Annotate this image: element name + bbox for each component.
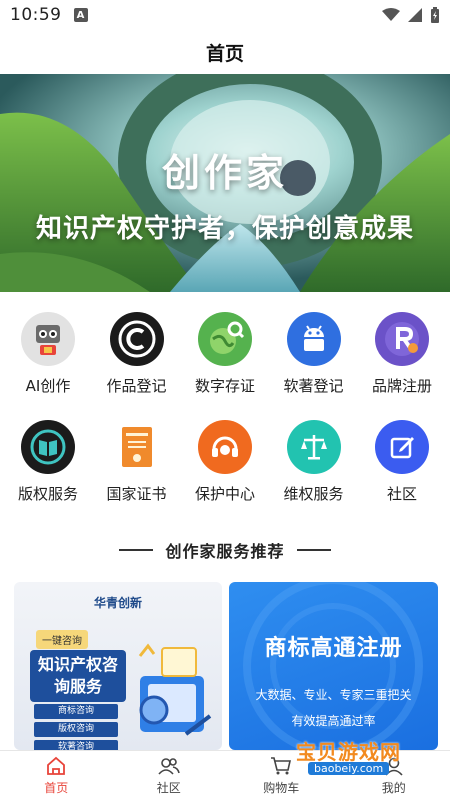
robot-icon <box>21 312 75 366</box>
feature-digital-evidence[interactable]: 数字存证 <box>181 312 269 420</box>
wifi-icon <box>382 8 400 21</box>
book-icon <box>21 420 75 474</box>
section-header: 创作家服务推荐 <box>0 538 450 562</box>
feature-ai-create[interactable]: AI创作 <box>4 312 92 420</box>
status-time: 10:59 <box>10 5 62 25</box>
feature-label: 社区 <box>386 485 417 503</box>
card-title: 商标高通注册 <box>264 636 403 661</box>
divider-line <box>296 549 331 551</box>
feature-protection-center[interactable]: 保护中心 <box>181 420 269 528</box>
tab-label: 我的 <box>381 780 406 795</box>
feature-work-registration[interactable]: 作品登记 <box>93 312 181 420</box>
hero-banner[interactable]: 创作家 知识产权守护者，保护创意成果 <box>0 74 450 292</box>
card-illustration <box>138 643 212 736</box>
tab-community[interactable]: 社区 <box>113 751 226 800</box>
card-pill: 软著咨询 <box>34 740 118 750</box>
watermark-text: 宝贝游戏网 <box>296 740 401 764</box>
feature-copyright-service[interactable]: 版权服务 <box>4 420 92 528</box>
signal-icon <box>408 8 422 22</box>
feature-label: 版权服务 <box>17 485 78 503</box>
edit-icon <box>375 420 429 474</box>
card-pill: 商标咨询 <box>34 704 118 719</box>
registered-r-icon <box>375 312 429 366</box>
accessibility-a-icon: A <box>73 8 88 22</box>
scales-icon <box>286 420 341 474</box>
service-card-trademark[interactable]: 商标高通注册 大数据、专业、专家三重把关 有效提高通过率 <box>229 582 438 750</box>
tab-label: 购物车 <box>263 780 300 795</box>
page-header: 首页 <box>0 30 450 74</box>
feature-label: AI创作 <box>25 377 71 395</box>
feature-label: 品牌注册 <box>371 377 432 395</box>
feature-label: 保护中心 <box>194 485 255 503</box>
watermark-url: baobeiy.com <box>308 762 390 775</box>
feature-row: AI创作 作品登记 数字存证 软著登记 品牌注册 <box>0 312 450 420</box>
feature-national-certificate[interactable]: 国家证书 <box>93 420 181 528</box>
feature-label: 软著登记 <box>283 377 344 395</box>
globe-search-icon <box>198 312 252 366</box>
tab-home[interactable]: 首页 <box>0 751 113 800</box>
divider-line <box>119 549 154 551</box>
card-heading: 知识产权咨询服务 <box>30 650 126 702</box>
tab-label: 社区 <box>156 780 181 795</box>
feature-label: 维权服务 <box>283 485 344 503</box>
feature-software-copyright[interactable]: 软著登记 <box>270 312 358 420</box>
headset-icon <box>198 420 252 474</box>
card-subtitle: 大数据、专业、专家三重把关 <box>255 688 412 702</box>
tab-label: 首页 <box>44 780 69 795</box>
status-bar: 10:59 A <box>0 0 450 30</box>
card-brand: 华青创新 <box>93 596 142 610</box>
banner-title: 创作家 <box>161 151 288 195</box>
section-title: 创作家服务推荐 <box>165 542 285 561</box>
home-icon <box>47 756 66 775</box>
card-tag: 一键咨询 <box>36 630 88 649</box>
certificate-icon <box>110 420 164 474</box>
community-icon <box>158 757 180 775</box>
banner-subtitle: 知识产权守护者，保护创意成果 <box>35 214 414 244</box>
feature-community[interactable]: 社区 <box>358 420 446 528</box>
feature-label: 数字存证 <box>194 377 255 395</box>
feature-row: 版权服务 国家证书 保护中心 维权服务 社区 <box>0 420 450 528</box>
card-pill: 版权咨询 <box>34 722 118 737</box>
status-icons <box>382 7 440 23</box>
feature-brand-registration[interactable]: 品牌注册 <box>358 312 446 420</box>
copyright-icon <box>109 312 164 366</box>
feature-grid: AI创作 作品登记 数字存证 软著登记 品牌注册 版权服务 国家证书 保护中心 … <box>0 312 450 528</box>
battery-icon <box>431 7 439 23</box>
feature-label: 国家证书 <box>106 485 167 503</box>
page-title: 首页 <box>205 42 244 65</box>
feature-label: 作品登记 <box>106 377 167 395</box>
service-card-consulting[interactable]: 华青创新 一键咨询 知识产权咨询服务 商标咨询 版权咨询 软著咨询 <box>14 582 222 750</box>
android-icon <box>286 312 341 366</box>
card-subtitle-2: 有效提高通过率 <box>291 714 376 728</box>
watermark: 宝贝游戏网 baobeiy.com <box>278 736 424 780</box>
feature-rights-protection[interactable]: 维权服务 <box>270 420 358 528</box>
